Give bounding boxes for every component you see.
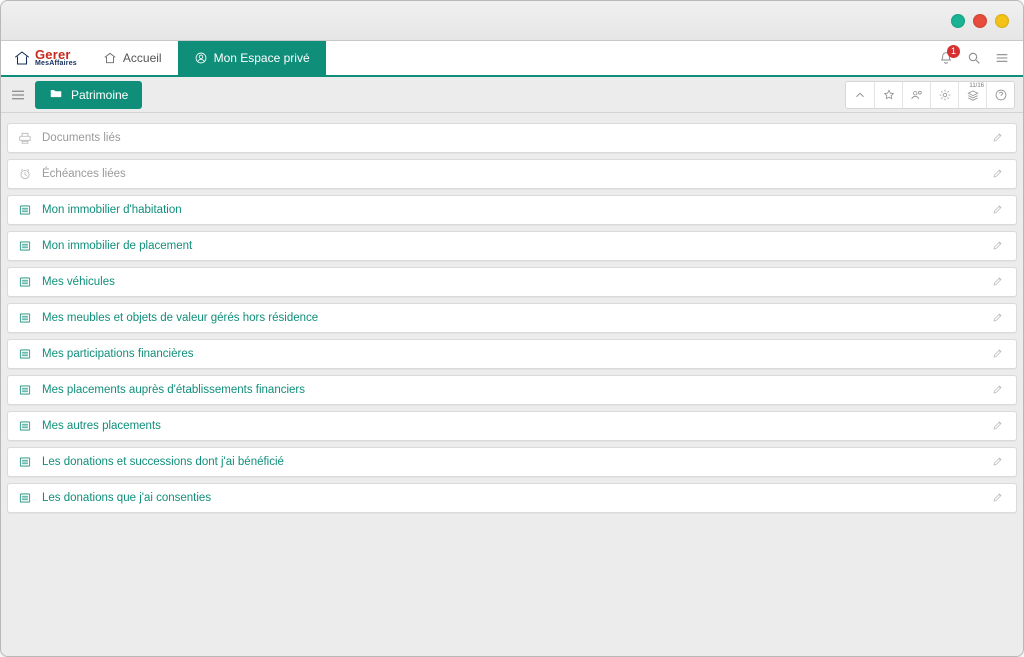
window-min-icon[interactable] [951,14,965,28]
list-icon [18,383,32,397]
brand-main: Gerer [35,49,77,61]
chevron-up-icon [853,88,867,102]
toolbar: 11/16 [845,81,1015,109]
section-row-label: Documents liés [42,132,121,144]
tool-collapse-up[interactable] [846,82,874,108]
edit-button[interactable] [992,419,1006,433]
context-pill-label: Patrimoine [71,88,128,102]
list-icon [18,203,32,217]
edit-button[interactable] [992,203,1006,217]
help-icon [994,88,1008,102]
section-row-label: Échéances liées [42,168,126,180]
section-row[interactable]: Mes autres placements [7,411,1017,441]
tab-home-label: Accueil [123,51,162,65]
section-row[interactable]: Mes véhicules [7,267,1017,297]
section-row-label: Mes véhicules [42,276,115,288]
list-icon [18,239,32,253]
section-row-label: Mes meubles et objets de valeur gérés ho… [42,312,318,324]
section-row[interactable]: Mes meubles et objets de valeur gérés ho… [7,303,1017,333]
gear-icon [938,88,952,102]
tool-share[interactable] [902,82,930,108]
subheader: Patrimoine 11/16 [1,77,1023,113]
notification-count: 1 [947,45,960,58]
section-row[interactable]: Mon immobilier d'habitation [7,195,1017,225]
section-row-label: Mes autres placements [42,420,161,432]
edit-button[interactable] [992,347,1006,361]
brand-logo-icon [13,49,31,67]
section-row[interactable]: Échéances liées [7,159,1017,189]
edit-button[interactable] [992,311,1006,325]
section-row[interactable]: Mon immobilier de placement [7,231,1017,261]
user-circle-icon [194,51,208,65]
star-icon [882,88,896,102]
section-row-label: Mes participations financières [42,348,194,360]
content-area: Documents liés Échéances liées Mon immobil… [1,113,1023,656]
window-close-icon[interactable] [973,14,987,28]
sidebar-toggle-button[interactable] [9,86,27,104]
tool-stack[interactable]: 11/16 [958,82,986,108]
tool-counter: 11/16 [969,83,984,89]
clock-icon [18,167,32,181]
tab-home[interactable]: Accueil [87,41,178,75]
edit-button[interactable] [992,167,1006,181]
titlebar [1,1,1023,41]
list-icon [18,455,32,469]
tool-settings[interactable] [930,82,958,108]
section-row-label: Mon immobilier de placement [42,240,192,252]
stack-icon [966,88,980,102]
folder-icon [49,86,63,103]
list-icon [18,419,32,433]
tool-help[interactable] [986,82,1014,108]
brand-text: Gerer MesAffaires [35,49,77,68]
users-icon [910,88,924,102]
list-icon [18,311,32,325]
search-button[interactable] [965,49,983,67]
list-icon [18,347,32,361]
edit-button[interactable] [992,383,1006,397]
search-icon [966,50,982,66]
section-row[interactable]: Mes placements auprès d'établissements f… [7,375,1017,405]
edit-button[interactable] [992,491,1006,505]
printer-icon [18,131,32,145]
section-row[interactable]: Mes participations financières [7,339,1017,369]
menu-button[interactable] [993,49,1011,67]
app-window: Gerer MesAffaires Accueil Mon Espace pri… [0,0,1024,657]
edit-button[interactable] [992,131,1006,145]
edit-button[interactable] [992,455,1006,469]
topbar: Gerer MesAffaires Accueil Mon Espace pri… [1,41,1023,77]
hamburger-icon [994,50,1010,66]
top-actions: 1 [925,41,1023,75]
hamburger-icon [9,86,27,104]
section-row[interactable]: Les donations et successions dont j'ai b… [7,447,1017,477]
notifications-button[interactable]: 1 [937,49,955,67]
section-row-label: Les donations et successions dont j'ai b… [42,456,284,468]
section-row-label: Les donations que j'ai consenties [42,492,211,504]
tab-private-label: Mon Espace privé [214,51,310,65]
tool-favorite[interactable] [874,82,902,108]
brand-sub: MesAffaires [35,61,77,68]
window-max-icon[interactable] [995,14,1009,28]
context-pill-patrimoine[interactable]: Patrimoine [35,81,142,109]
section-row[interactable]: Les donations que j'ai consenties [7,483,1017,513]
home-icon [103,51,117,65]
edit-button[interactable] [992,239,1006,253]
section-row-label: Mes placements auprès d'établissements f… [42,384,305,396]
tab-private-space[interactable]: Mon Espace privé [178,41,326,75]
section-row-label: Mon immobilier d'habitation [42,204,182,216]
list-icon [18,275,32,289]
edit-button[interactable] [992,275,1006,289]
section-row[interactable]: Documents liés [7,123,1017,153]
list-icon [18,491,32,505]
brand-logo[interactable]: Gerer MesAffaires [1,41,87,75]
